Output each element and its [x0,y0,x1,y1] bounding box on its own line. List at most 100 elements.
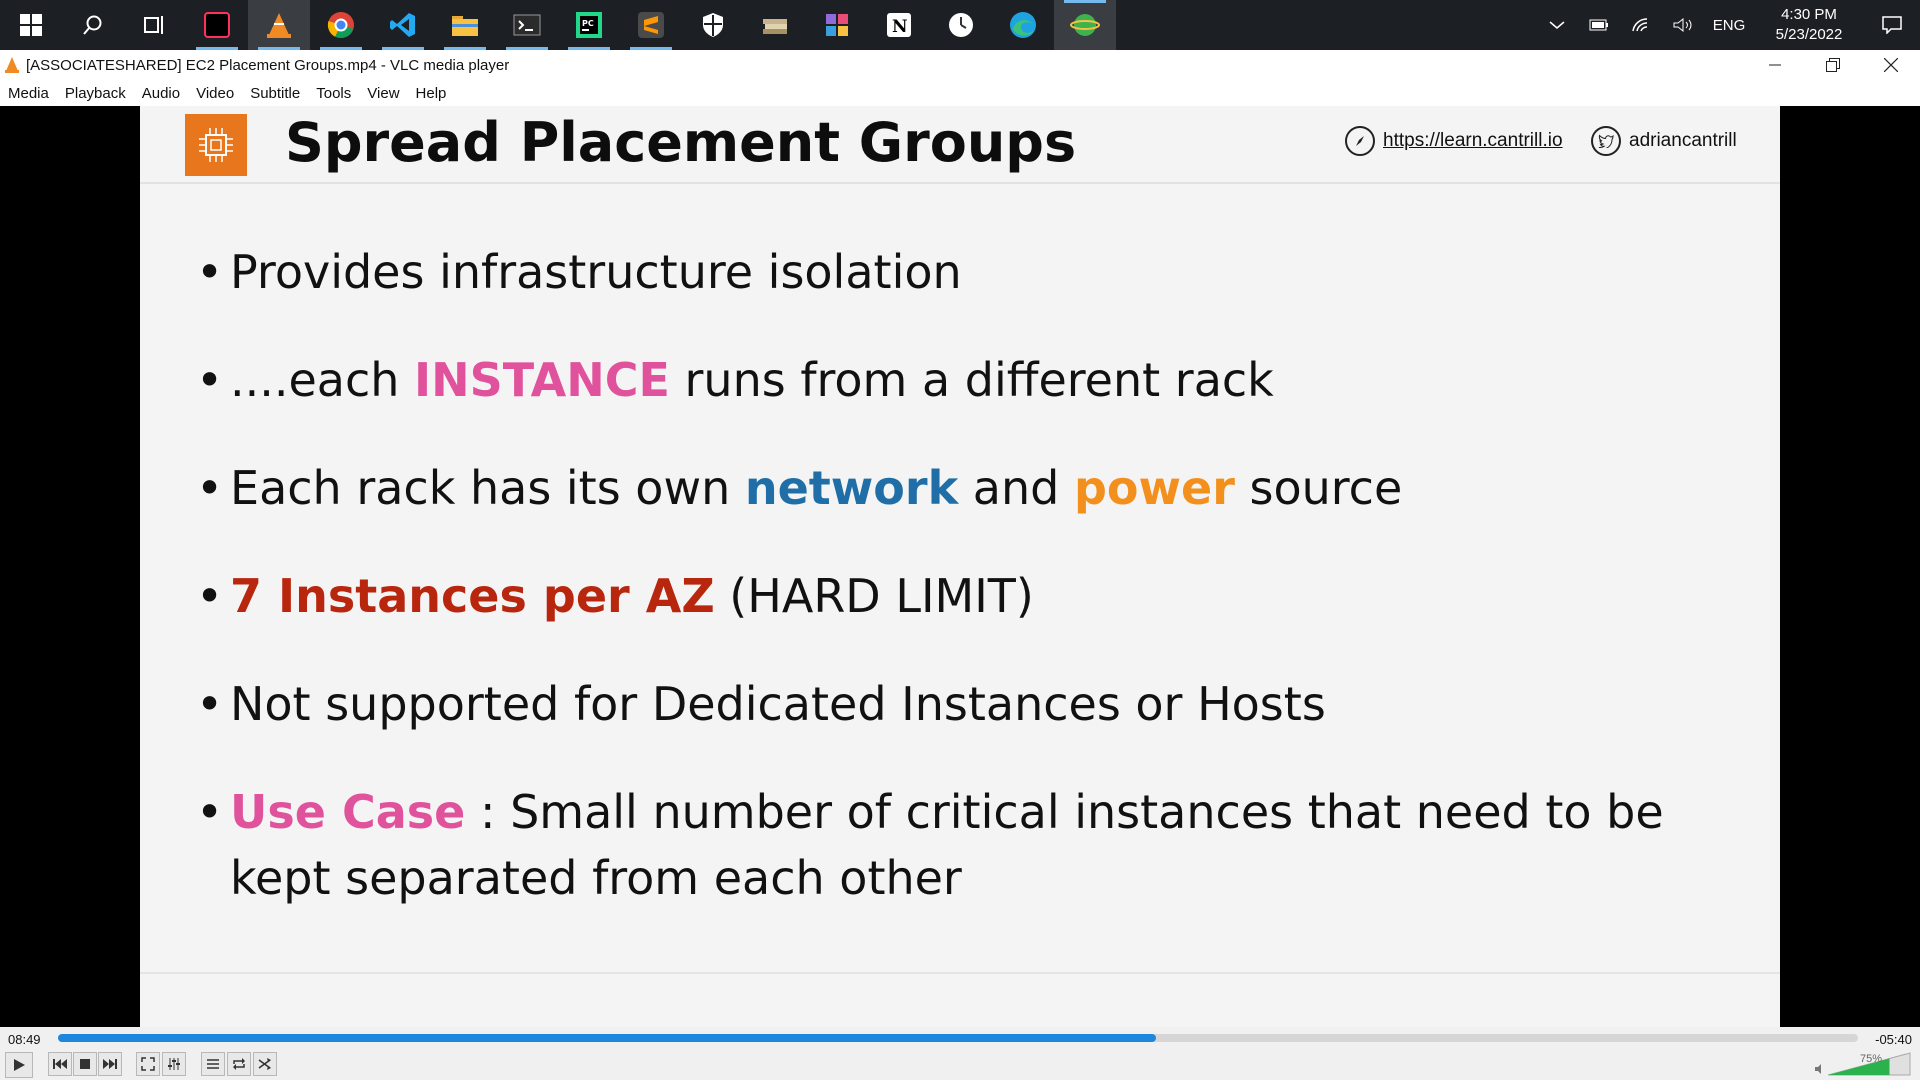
menu-media[interactable]: Media [0,85,57,102]
restore-button[interactable] [1804,50,1862,80]
window-titlebar: [ASSOCIATESHARED] EC2 Placement Groups.m… [0,50,1920,80]
ec2-chip-icon [199,128,233,162]
twitter-name: adriancantrill [1629,130,1737,151]
books-icon [763,19,787,34]
menu-subtitle[interactable]: Subtitle [242,85,308,102]
stop-icon [80,1059,90,1069]
seek-progress [58,1034,1156,1042]
stop-button[interactable] [73,1052,97,1076]
menu-view[interactable]: View [359,85,407,102]
close-icon [1884,58,1898,72]
seek-bar[interactable] [58,1034,1858,1042]
minimize-button[interactable] [1746,50,1804,80]
fullscreen-button[interactable] [136,1052,160,1076]
next-button[interactable] [98,1052,122,1076]
bullet-dot: • [196,245,224,299]
window-title: [ASSOCIATESHARED] EC2 Placement Groups.m… [26,56,510,74]
bullet-4-highlight: 7 Instances per AZ [230,569,715,623]
website-url: https://learn.cantrill.io [1383,130,1563,151]
shield-icon [703,13,723,37]
bullet-3-post: source [1234,461,1403,515]
taskbar-books[interactable] [744,0,806,50]
presentation-slide: Spread Placement Groups https://learn.ca… [140,106,1780,1027]
taskbar-chrome[interactable] [310,0,372,50]
taskbar-terminal[interactable] [496,0,558,50]
notification-icon [1882,16,1902,34]
ec2-service-icon [185,114,247,176]
menu-help[interactable]: Help [408,85,455,102]
slide-title: Spread Placement Groups [285,111,1077,174]
vlc-cone-icon [267,13,291,38]
taskbar-grid-app[interactable] [806,0,868,50]
elapsed-time[interactable]: 08:49 [8,1032,41,1047]
volume-tray-button[interactable] [1662,0,1704,50]
start-button[interactable] [0,0,62,50]
bullet-6: • Use Case : Small number of critical in… [196,779,1664,911]
menu-audio[interactable]: Audio [134,85,188,102]
windows-logo-icon [20,14,42,36]
folder-icon [452,16,478,36]
bullet-6-highlight: Use Case [230,785,466,839]
bullet-2-text: ....each INSTANCE runs from a different … [230,347,1274,413]
playlist-icon [207,1059,219,1069]
taskbar-pycharm[interactable]: PC [558,0,620,50]
taskbar-sublime[interactable] [620,0,682,50]
taskbar-intellij[interactable] [186,0,248,50]
bullet-6-text: Use Case : Small number of critical inst… [230,779,1664,911]
svg-text:PC: PC [582,19,594,28]
taskbar-vscode[interactable] [372,0,434,50]
taskbar-file-explorer[interactable] [434,0,496,50]
loop-icon [233,1058,245,1070]
menu-tools[interactable]: Tools [308,85,359,102]
bullet-3: • Each rack has its own network and powe… [196,455,1402,521]
action-center-button[interactable] [1864,0,1920,50]
extended-settings-button[interactable] [162,1052,186,1076]
bullet-3-power: power [1073,461,1235,515]
terminal-icon [513,14,541,36]
minimize-icon [1769,64,1781,66]
close-button[interactable] [1862,50,1920,80]
battery-button[interactable] [1578,0,1620,50]
remaining-time[interactable]: -05:40 [1875,1032,1912,1047]
task-view-button[interactable] [124,0,186,50]
bullet-3-text: Each rack has its own network and power … [230,455,1402,521]
download-manager-icon [1070,14,1100,36]
network-button[interactable] [1620,0,1662,50]
taskbar-edge[interactable] [992,0,1054,50]
search-button[interactable] [62,0,124,50]
bullet-6-line-1-rest: : Small number of critical instances tha… [465,785,1664,839]
play-button[interactable] [5,1052,33,1078]
fullscreen-icon [141,1057,155,1071]
chrome-icon [327,12,354,39]
bullet-1-text: Provides infrastructure isolation [230,245,962,299]
tray-overflow-button[interactable] [1536,0,1578,50]
menu-playback[interactable]: Playback [57,85,134,102]
language-indicator[interactable]: ENG [1704,0,1754,50]
clock-time: 4:30 PM [1781,6,1837,23]
grid-app-icon [826,14,848,36]
compass-icon [1345,126,1375,156]
taskbar-clock-app[interactable] [930,0,992,50]
previous-button[interactable] [48,1052,72,1076]
taskbar-notion[interactable]: N [868,0,930,50]
system-tray: ENG 4:30 PM 5/23/2022 [1536,0,1920,50]
menu-video[interactable]: Video [188,85,242,102]
battery-icon [1589,19,1608,31]
windows-taskbar: PC N ENG 4:30 PM 5/23/2022 [0,0,1920,50]
pycharm-icon: PC [576,12,602,38]
mute-icon[interactable] [1814,1063,1826,1075]
loop-button[interactable] [227,1052,251,1076]
intellij-icon [204,12,230,38]
video-area[interactable]: Spread Placement Groups https://learn.ca… [0,106,1920,1027]
bullet-3-pre: Each rack has its own [230,461,745,515]
equalizer-icon [168,1058,180,1070]
playlist-button[interactable] [201,1052,225,1076]
taskbar-clock[interactable]: 4:30 PM 5/23/2022 [1754,5,1864,45]
shuffle-button[interactable] [253,1052,277,1076]
bullet-1: • Provides infrastructure isolation [196,239,962,305]
taskbar-vlc[interactable] [248,0,310,50]
taskbar-security[interactable] [682,0,744,50]
taskbar-download-manager[interactable] [1054,0,1116,50]
player-controls: 08:49 -05:40 75% [0,1027,1920,1080]
bullet-6-line-1: Use Case : Small number of critical inst… [230,785,1664,839]
